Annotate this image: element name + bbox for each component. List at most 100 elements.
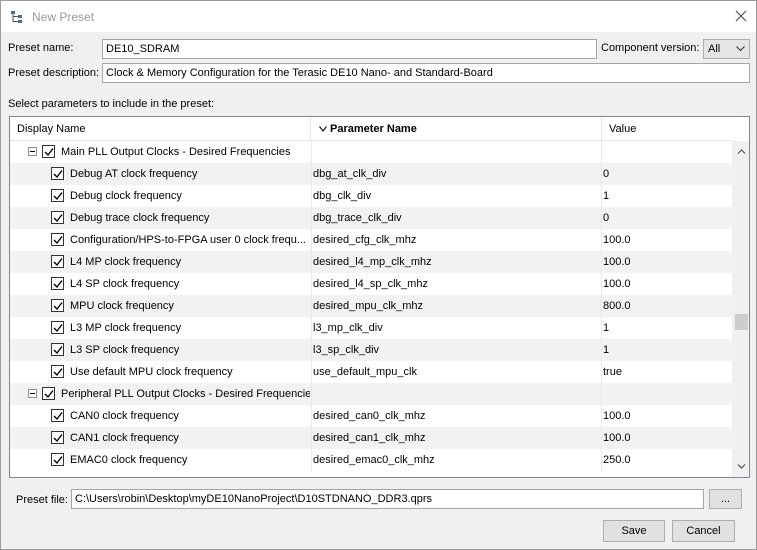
parameter-name-cell: dbg_clk_div: [311, 185, 601, 207]
parameter-checkbox[interactable]: [51, 299, 64, 312]
parameter-checkbox[interactable]: [51, 277, 64, 290]
vertical-scrollbar[interactable]: [732, 141, 749, 477]
parameter-checkbox[interactable]: [51, 343, 64, 356]
parameter-name-cell: [311, 141, 601, 163]
parameter-name-cell: desired_cfg_clk_mhz: [311, 229, 601, 251]
group-name: Peripheral PLL Output Clocks - Desired F…: [61, 388, 310, 400]
new-preset-dialog: New Preset Preset name: Component versio…: [0, 0, 757, 550]
checkmark-icon: [53, 214, 63, 223]
checkmark-icon: [44, 148, 54, 157]
parameter-name-cell: use_default_mpu_clk: [311, 361, 601, 383]
table-row[interactable]: Configuration/HPS-to-FPGA user 0 clock f…: [10, 229, 732, 251]
table-row[interactable]: MPU clock frequency desired_mpu_clk_mhz 80…: [10, 295, 732, 317]
column-header-display-name-label: Display Name: [17, 123, 86, 135]
parameter-name-cell: desired_can0_clk_mhz: [311, 405, 601, 427]
preset-tree-icon: [11, 11, 22, 23]
checkmark-icon: [53, 434, 63, 443]
preset-file-label: Preset file:: [16, 494, 68, 506]
value-cell: 100.0: [601, 427, 732, 449]
value-cell: true: [601, 361, 732, 383]
checkmark-icon: [53, 236, 63, 245]
save-button[interactable]: Save: [603, 520, 665, 542]
table-row[interactable]: EMAC0 clock frequency desired_emac0_clk_m…: [10, 449, 732, 471]
sort-descending-icon: [319, 126, 327, 132]
parameter-checkbox[interactable]: [51, 167, 64, 180]
table-header: Display Name Parameter Name Value: [10, 117, 732, 141]
display-name-cell: EMAC0 clock frequency: [70, 454, 188, 466]
parameter-checkbox[interactable]: [51, 365, 64, 378]
display-name-cell: Debug AT clock frequency: [70, 168, 198, 180]
table-row[interactable]: CAN0 clock frequency desired_can0_clk_mhz…: [10, 405, 732, 427]
table-row[interactable]: CAN1 clock frequency desired_can1_clk_mhz…: [10, 427, 732, 449]
parameter-checkbox[interactable]: [51, 431, 64, 444]
parameter-checkbox[interactable]: [51, 233, 64, 246]
group-name: Main PLL Output Clocks - Desired Frequen…: [61, 146, 291, 158]
parameters-table: Display Name Parameter Name Value Main P…: [9, 116, 750, 478]
column-header-value[interactable]: Value: [601, 117, 732, 141]
parameter-checkbox[interactable]: [51, 211, 64, 224]
parameter-checkbox[interactable]: [51, 321, 64, 334]
browse-button[interactable]: ...: [709, 489, 742, 509]
parameter-checkbox[interactable]: [51, 409, 64, 422]
display-name-cell: Configuration/HPS-to-FPGA user 0 clock f…: [70, 234, 306, 246]
cancel-button[interactable]: Cancel: [672, 520, 735, 542]
collapse-toggle-icon[interactable]: [28, 147, 37, 156]
column-header-parameter-name[interactable]: Parameter Name: [310, 117, 601, 141]
parameter-checkbox[interactable]: [51, 453, 64, 466]
checkmark-icon: [53, 368, 63, 377]
table-row[interactable]: Debug clock frequency dbg_clk_div 1: [10, 185, 732, 207]
preset-description-input[interactable]: [102, 63, 750, 83]
value-cell: 100.0: [601, 273, 732, 295]
table-row[interactable]: Debug AT clock frequency dbg_at_clk_div 0: [10, 163, 732, 185]
checkmark-icon: [53, 412, 63, 421]
display-name-cell: CAN0 clock frequency: [70, 410, 179, 422]
checkmark-icon: [53, 170, 63, 179]
table-row[interactable]: Debug trace clock frequency dbg_trace_clk…: [10, 207, 732, 229]
table-group-row[interactable]: Peripheral PLL Output Clocks - Desired F…: [10, 383, 732, 405]
display-name-cell: Use default MPU clock frequency: [70, 366, 233, 378]
display-name-cell: L4 MP clock frequency: [70, 256, 182, 268]
title-bar: New Preset: [1, 1, 756, 32]
table-row[interactable]: Use default MPU clock frequency use_defau…: [10, 361, 732, 383]
parameter-name-cell: desired_l4_mp_clk_mhz: [311, 251, 601, 273]
scroll-up-icon[interactable]: [737, 147, 746, 156]
close-icon[interactable]: [735, 10, 747, 22]
parameter-name-cell: l3_mp_clk_div: [311, 317, 601, 339]
preset-name-input[interactable]: [102, 39, 597, 59]
display-name-cell: Debug clock frequency: [70, 190, 182, 202]
value-cell: 0: [601, 163, 732, 185]
table-row[interactable]: L3 MP clock frequency l3_mp_clk_div 1: [10, 317, 732, 339]
value-cell: 1: [601, 339, 732, 361]
scroll-down-icon[interactable]: [737, 462, 746, 471]
chevron-down-icon: [736, 46, 745, 52]
display-name-cell: CAN1 clock frequency: [70, 432, 179, 444]
value-cell: 1: [601, 317, 732, 339]
table-row[interactable]: L3 SP clock frequency l3_sp_clk_div 1: [10, 339, 732, 361]
parameter-checkbox[interactable]: [51, 189, 64, 202]
component-version-select[interactable]: All: [703, 39, 750, 59]
value-cell: 800.0: [601, 295, 732, 317]
parameter-name-cell: l3_sp_clk_div: [311, 339, 601, 361]
table-row[interactable]: L4 MP clock frequency desired_l4_mp_clk_m…: [10, 251, 732, 273]
component-version-value: All: [708, 43, 721, 55]
parameter-name-cell: dbg_trace_clk_div: [311, 207, 601, 229]
table-row[interactable]: L4 SP clock frequency desired_l4_sp_clk_m…: [10, 273, 732, 295]
preset-file-input[interactable]: [71, 489, 704, 509]
preset-name-label: Preset name:: [8, 42, 74, 54]
close-button[interactable]: [728, 5, 754, 27]
value-cell: [601, 383, 732, 405]
scrollbar-thumb[interactable]: [735, 314, 748, 330]
table-group-row[interactable]: Main PLL Output Clocks - Desired Frequen…: [10, 141, 732, 163]
checkmark-icon: [53, 280, 63, 289]
collapse-toggle-icon[interactable]: [28, 389, 37, 398]
value-cell: 100.0: [601, 405, 732, 427]
group-checkbox[interactable]: [42, 387, 55, 400]
group-checkbox[interactable]: [42, 145, 55, 158]
component-version-label: Component version:: [601, 42, 700, 54]
value-cell: [601, 141, 732, 163]
display-name-cell: L3 MP clock frequency: [70, 322, 182, 334]
column-header-display-name[interactable]: Display Name: [10, 117, 310, 141]
parameter-checkbox[interactable]: [51, 255, 64, 268]
parameter-name-cell: [311, 383, 601, 405]
parameter-name-cell: desired_mpu_clk_mhz: [311, 295, 601, 317]
